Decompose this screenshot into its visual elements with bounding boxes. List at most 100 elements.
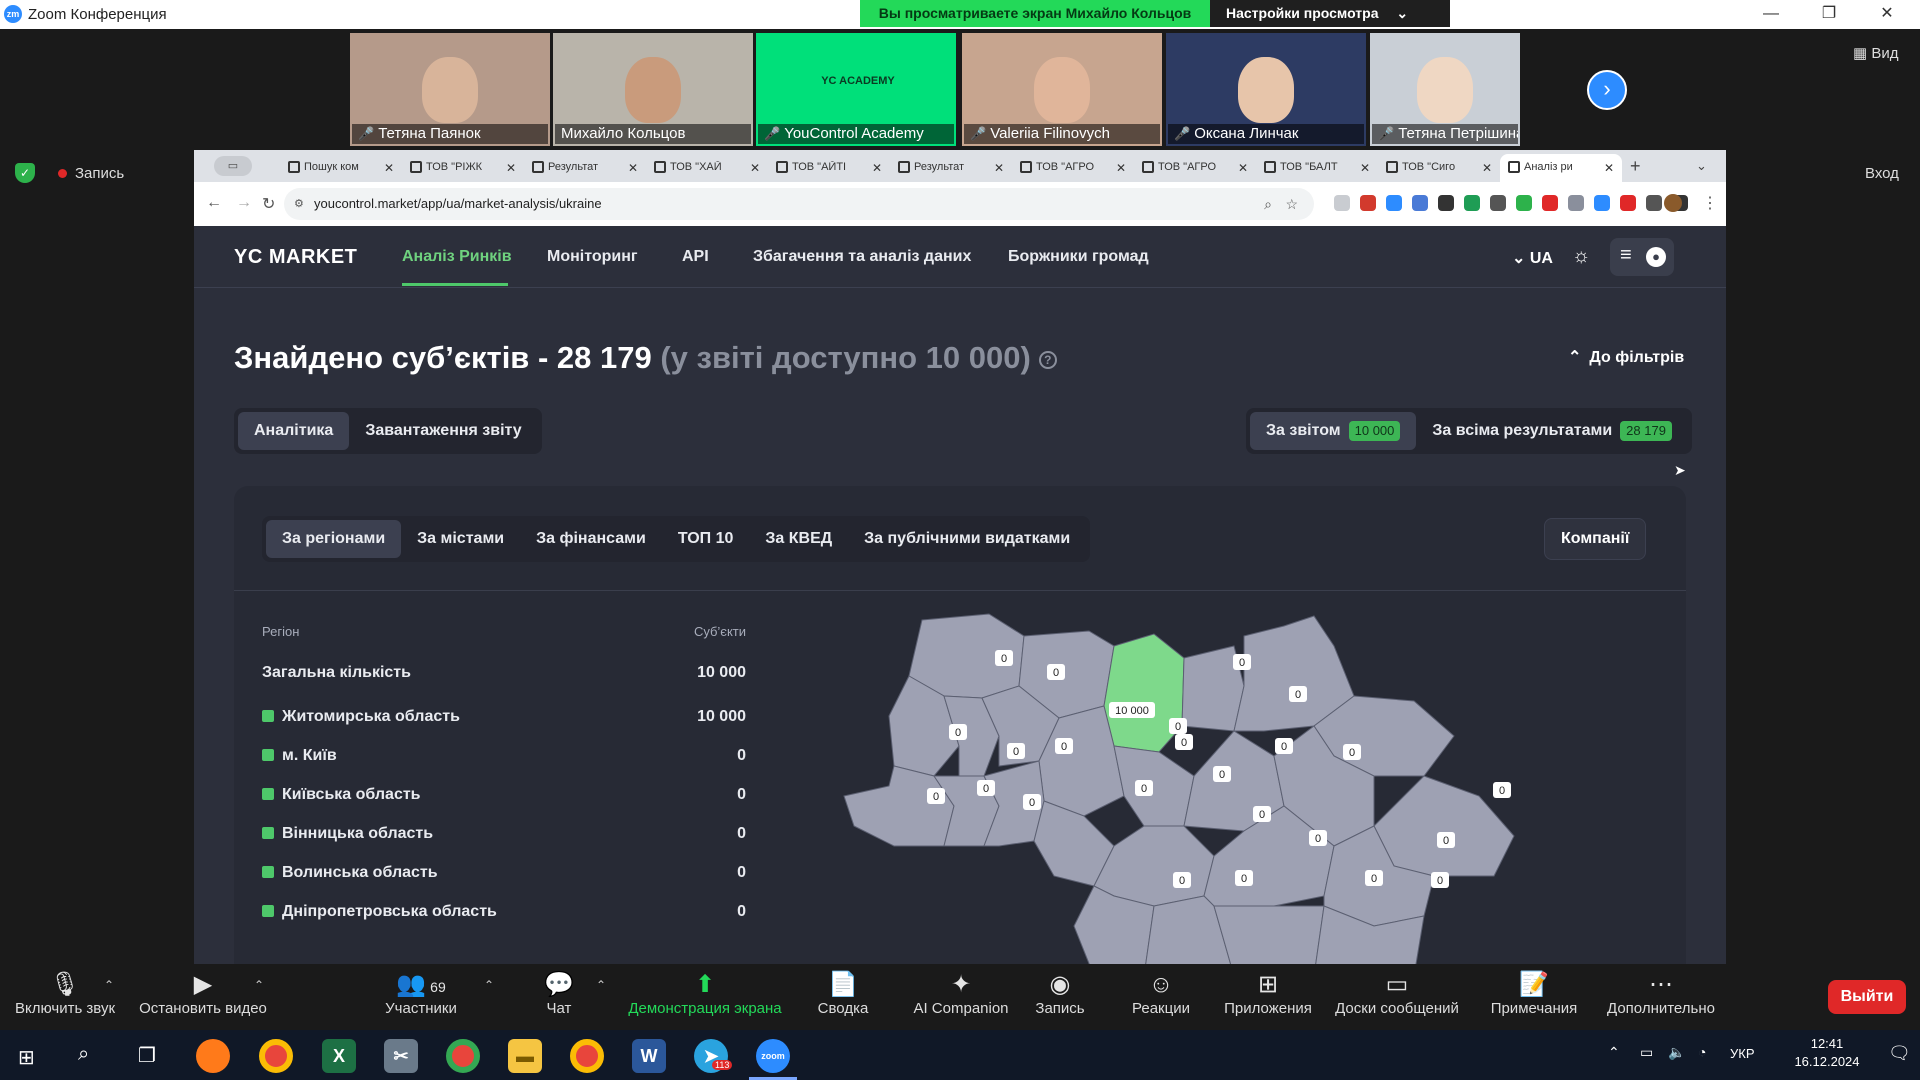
region-row-label[interactable]: м. Київ	[262, 747, 337, 765]
map-region[interactable]	[1213, 905, 1325, 964]
clock[interactable]: 12:41 16.12.2024	[1772, 1036, 1882, 1069]
tab-close-icon[interactable]: ✕	[1604, 161, 1614, 175]
region-row-label[interactable]: Житомирська область	[262, 708, 460, 726]
tab-by-public-spending[interactable]: За публічними видатками	[848, 520, 1086, 558]
close-button[interactable]: ✕	[1864, 3, 1910, 25]
extension-icon[interactable]	[1646, 195, 1662, 211]
tab-by-regions[interactable]: За регіонами	[266, 520, 402, 558]
participant-tile[interactable]: YC ACADEMY 🎤 YouControl Academy	[756, 33, 956, 146]
site-info-icon[interactable]: ⚙	[294, 188, 304, 220]
audio-options-chevron-icon[interactable]: ⌃	[104, 978, 114, 992]
participant-tile[interactable]: 🎤 Тетяна Паянок	[350, 33, 550, 146]
participant-tile[interactable]: 🎤 Тетяна Петрішина	[1370, 33, 1520, 146]
browser-tab[interactable]: ТОВ "РІЖК ✕	[402, 154, 524, 182]
zoom-magnifier-icon[interactable]: ⌕	[1264, 188, 1272, 220]
forward-arrow-icon[interactable]: →	[236, 194, 252, 212]
companies-button[interactable]: Компанії	[1544, 518, 1647, 560]
extension-icon[interactable]	[1594, 195, 1610, 211]
browser-tab[interactable]: ТОВ "АГРО ✕	[1134, 154, 1256, 182]
extension-icon[interactable]	[1490, 195, 1506, 211]
tab-close-icon[interactable]: ✕	[1482, 161, 1492, 175]
yc-market-logo[interactable]: YC MARKET	[234, 246, 357, 269]
map-region[interactable]	[1093, 825, 1215, 907]
tab-list-chevron-icon[interactable]: ⌄	[1696, 158, 1707, 174]
tab-close-icon[interactable]: ✕	[384, 161, 394, 175]
chrome-profile-icon[interactable]	[446, 1039, 480, 1073]
tab-report-download[interactable]: Завантаження звіту	[349, 412, 537, 450]
battery-icon[interactable]: ▭	[1640, 1044, 1653, 1061]
view-settings-button[interactable]: Настройки просмотра ⌄	[1210, 0, 1450, 27]
tab-close-icon[interactable]: ✕	[994, 161, 1004, 175]
region-row-label[interactable]: Дніпропетровська область	[262, 903, 497, 921]
extension-icon[interactable]	[1412, 195, 1428, 211]
tab-by-finance[interactable]: За фінансами	[520, 520, 662, 558]
extension-icon[interactable]	[1568, 195, 1584, 211]
task-view-icon[interactable]: ❐	[138, 1043, 156, 1068]
leave-meeting-button[interactable]: Выйти	[1828, 980, 1906, 1014]
tab-close-icon[interactable]: ✕	[750, 161, 760, 175]
new-tab-button[interactable]: +	[1630, 156, 1641, 177]
stop-video-button[interactable]: ▶ Остановить видео	[138, 970, 268, 1017]
participant-tile[interactable]: 🎤 Valeriia Filinovych	[962, 33, 1162, 146]
profile-avatar[interactable]	[1664, 194, 1682, 212]
user-menu[interactable]: ≡ ●	[1610, 238, 1674, 276]
windows-start-icon[interactable]: ⊞	[18, 1045, 35, 1070]
map-region-highlighted[interactable]	[1103, 633, 1185, 753]
next-participants-arrow-icon[interactable]: ›	[1587, 70, 1627, 110]
share-screen-button[interactable]: ⬆ Демонстрация экрана	[615, 970, 795, 1017]
extension-icon[interactable]	[1438, 195, 1454, 211]
by-report-button[interactable]: За звітом 10 000	[1250, 412, 1417, 450]
extension-icon[interactable]	[1360, 195, 1376, 211]
apps-button[interactable]: ⊞ Приложения	[1203, 970, 1333, 1017]
chat-options-chevron-icon[interactable]: ⌃	[596, 978, 606, 992]
region-row-label[interactable]: Київська область	[262, 786, 421, 804]
reload-icon[interactable]: ↻	[262, 194, 275, 214]
browser-menu-icon[interactable]: ⋮	[1702, 193, 1718, 213]
chrome-icon[interactable]	[259, 1039, 293, 1073]
tab-close-icon[interactable]: ✕	[872, 161, 882, 175]
chrome-second-icon[interactable]	[570, 1039, 604, 1073]
video-options-chevron-icon[interactable]: ⌃	[254, 978, 264, 992]
restore-button[interactable]: ❐	[1806, 3, 1852, 25]
nav-monitoring[interactable]: Моніторинг	[547, 248, 638, 266]
volume-icon[interactable]: 🔈	[1668, 1044, 1685, 1061]
input-language[interactable]: УКР	[1730, 1046, 1755, 1061]
language-switch[interactable]: ⌄ UA	[1512, 248, 1553, 268]
word-icon[interactable]: W	[632, 1039, 666, 1073]
browser-tab[interactable]: Результат ✕	[524, 154, 646, 182]
participants-options-chevron-icon[interactable]: ⌃	[484, 978, 494, 992]
participants-button[interactable]: 👥 69 Участники	[356, 970, 486, 1017]
snipping-tool-icon[interactable]: ✂	[384, 1039, 418, 1073]
extension-icon[interactable]	[1620, 195, 1636, 211]
extension-icon[interactable]	[1464, 195, 1480, 211]
whiteboards-button[interactable]: ▭ Доски сообщений	[1322, 970, 1472, 1017]
region-row-label[interactable]: Вінницька область	[262, 825, 433, 843]
browser-tab[interactable]: ТОВ "ХАЙ ✕	[646, 154, 768, 182]
firefox-icon[interactable]	[196, 1039, 230, 1073]
theme-sun-icon[interactable]: ☼	[1572, 245, 1590, 268]
tab-search-icon[interactable]: ▭	[214, 156, 252, 176]
tab-close-icon[interactable]: ✕	[1238, 161, 1248, 175]
to-filters-button[interactable]: ⌃ До фільтрів	[1568, 347, 1684, 367]
minimize-button[interactable]: —	[1748, 3, 1794, 25]
extension-icon[interactable]	[1386, 195, 1402, 211]
participant-tile[interactable]: Михайло Кольцов	[553, 33, 753, 146]
file-explorer-icon[interactable]: ▬	[508, 1039, 542, 1073]
extension-icon[interactable]	[1516, 195, 1532, 211]
recording-indicator[interactable]: Запись	[58, 165, 124, 182]
tab-close-icon[interactable]: ✕	[1360, 161, 1370, 175]
tab-by-kved[interactable]: За КВЕД	[749, 520, 848, 558]
tab-top10[interactable]: ТОП 10	[662, 520, 750, 558]
more-button[interactable]: ⋯ Дополнительно	[1596, 970, 1726, 1017]
browser-tab[interactable]: ТОВ "АЙТІ ✕	[768, 154, 890, 182]
region-row-label[interactable]: Волинська область	[262, 864, 438, 882]
browser-tab[interactable]: ТОВ "Сиго ✕	[1378, 154, 1500, 182]
enter-button[interactable]: Вход	[1865, 165, 1899, 182]
tab-analytics[interactable]: Аналітика	[238, 412, 350, 450]
back-arrow-icon[interactable]: ←	[206, 194, 222, 212]
tray-chevron-icon[interactable]: ⌃	[1608, 1044, 1620, 1061]
browser-tab[interactable]: ТОВ "БАЛТ ✕	[1256, 154, 1378, 182]
active-browser-tab[interactable]: Аналіз ри ✕	[1500, 154, 1622, 182]
tab-close-icon[interactable]: ✕	[1116, 161, 1126, 175]
browser-tab[interactable]: ТОВ "АГРО ✕	[1012, 154, 1134, 182]
